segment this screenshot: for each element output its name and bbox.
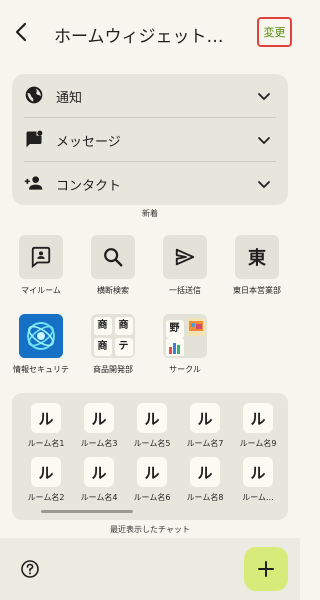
room-item[interactable]: ル ルーム名5	[126, 403, 178, 449]
room-item[interactable]: ル ルーム名9	[232, 403, 284, 449]
shortcut-icon-box	[19, 235, 63, 279]
room-item[interactable]: ル ルーム名6	[126, 457, 178, 503]
send-icon	[175, 248, 195, 266]
room-item[interactable]: ル ルーム名2	[20, 457, 72, 503]
shortcut-label: 商品開発部	[93, 365, 133, 374]
contacts-label: コンタクト	[56, 179, 122, 194]
shortcut-label: 横断検索	[97, 286, 129, 295]
room-avatar: ル	[190, 403, 220, 433]
room-item[interactable]: ル ルーム名4	[73, 457, 125, 503]
chevron-down-icon	[258, 181, 270, 189]
help-icon	[21, 560, 39, 578]
search-icon	[104, 248, 123, 267]
shortcut-label: 東日本営業部	[233, 286, 281, 295]
room-name: ルーム名4	[80, 493, 118, 502]
message-icon	[26, 130, 43, 148]
member-initial: 商	[114, 316, 133, 335]
shortcut-circle[interactable]: 野 サークル	[154, 314, 216, 382]
room-name: ルーム名2	[27, 493, 65, 502]
room-name: ルーム名5	[133, 439, 171, 448]
new-arrivals-caption: 新着	[142, 209, 158, 218]
back-button[interactable]	[10, 20, 34, 44]
room-avatar: ル	[31, 403, 61, 433]
room-name: ルーム名1	[27, 439, 65, 448]
room-avatar: ル	[137, 457, 167, 487]
shortcut-icon-box	[19, 314, 63, 358]
room-name: ルーム名9	[239, 439, 277, 448]
room-item[interactable]: ル ルーム名8	[179, 457, 231, 503]
add-widget-button[interactable]	[244, 547, 288, 591]
room-avatar: ル	[31, 457, 61, 487]
room-avatar: ル	[243, 403, 273, 433]
shortcut-my-room[interactable]: マイルーム	[10, 235, 72, 303]
room-name: ルーム名8	[186, 493, 224, 502]
horizontal-scrollbar[interactable]	[41, 510, 133, 513]
room-item[interactable]: ル ルーム名1	[20, 403, 72, 449]
room-name: ルーム名7	[186, 439, 224, 448]
shortcut-icon-box: 商 商 商 テ	[91, 314, 135, 358]
member-initial: テ	[114, 337, 133, 356]
notify-row-messages[interactable]: メッセージ	[12, 118, 288, 161]
help-button[interactable]	[20, 559, 40, 579]
plus-icon	[258, 561, 274, 577]
shortcut-cross-search[interactable]: 横断検索	[82, 235, 144, 303]
room-initial-icon: 東	[248, 248, 266, 269]
shortcut-info-security[interactable]: 情報セキュリテ	[10, 314, 72, 382]
add-person-icon	[24, 176, 43, 190]
chevron-down-icon	[258, 93, 270, 101]
shortcut-icon-box: 野	[163, 314, 207, 358]
chevron-down-icon	[258, 137, 270, 145]
room-avatar: ル	[243, 457, 273, 487]
chart-avatar-icon	[165, 337, 184, 360]
room-avatar: ル	[84, 403, 114, 433]
room-avatar: ル	[190, 457, 220, 487]
room-item[interactable]: ル ルーム…	[232, 457, 284, 503]
member-initial: 商	[93, 316, 112, 335]
shortcut-east-japan-sales[interactable]: 東 東日本営業部	[226, 235, 288, 303]
notify-row-contacts[interactable]: コンタクト	[12, 162, 288, 205]
shortcut-bulk-send[interactable]: 一括送信	[154, 235, 216, 303]
page-title: ホームウィジェット…	[54, 27, 224, 47]
recent-chats-card[interactable]: ル ルーム名1 ル ルーム名3 ル ルーム名5 ル ルーム名7 ル ルーム名9 …	[12, 393, 288, 520]
room-item[interactable]: ル ルーム名7	[179, 403, 231, 449]
shortcut-label: マイルーム	[21, 286, 61, 295]
notify-row-notifications[interactable]: 通知	[12, 74, 288, 117]
change-button[interactable]: 変更	[257, 17, 292, 47]
shortcut-icon-box	[91, 235, 135, 279]
room-name: ルーム名3	[80, 439, 118, 448]
shortcut-label: 情報セキュリテ	[13, 365, 69, 374]
arrow-back-icon	[15, 22, 27, 42]
room-item[interactable]: ル ルーム名3	[73, 403, 125, 449]
shortcut-product-dev[interactable]: 商 商 商 テ 商品開発部	[82, 314, 144, 382]
room-name: ルーム…	[242, 493, 274, 502]
shortcut-icon-box	[163, 235, 207, 279]
recent-chats-caption: 最近表示したチャット	[110, 525, 190, 534]
header: ホームウィジェット… 変更	[0, 0, 300, 64]
my-room-icon	[31, 246, 51, 268]
security-app-icon	[19, 314, 63, 358]
notification-card: 通知 メッセージ コンタクト	[12, 74, 288, 205]
notify-label: 通知	[56, 91, 83, 106]
member-initial: 商	[93, 337, 112, 356]
shortcut-label: サークル	[169, 365, 201, 374]
messages-label: メッセージ	[56, 135, 121, 150]
globe-icon	[25, 86, 43, 104]
shortcut-icon-box: 東	[235, 235, 279, 279]
photo-avatar-icon	[186, 318, 205, 340]
member-initial: 野	[165, 320, 184, 338]
room-avatar: ル	[84, 457, 114, 487]
shortcut-label: 一括送信	[169, 286, 201, 295]
room-avatar: ル	[137, 403, 167, 433]
room-name: ルーム名6	[133, 493, 171, 502]
